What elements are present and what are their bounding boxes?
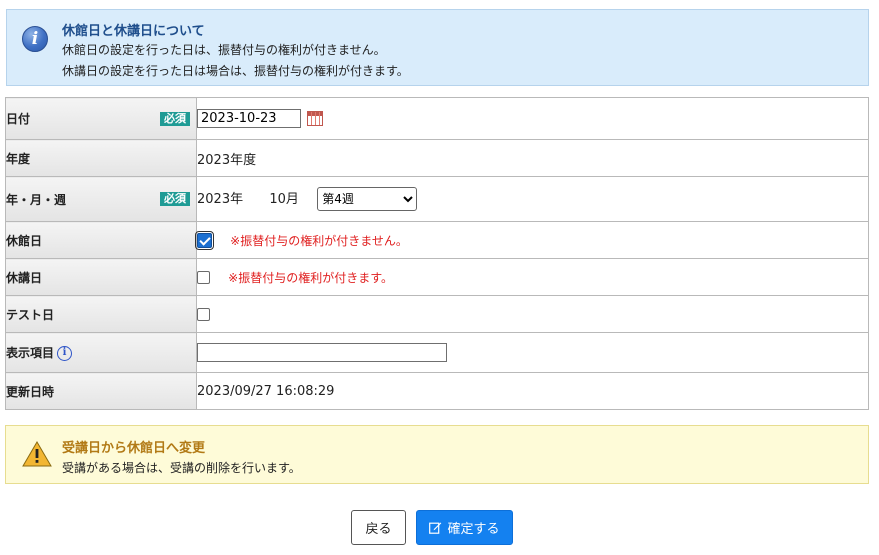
updated-at-label: 更新日時	[6, 384, 55, 399]
closed-day-note: ※振替付与の権利が付きません。	[230, 233, 408, 248]
back-button[interactable]: 戻る	[351, 510, 406, 545]
closed-day-label: 休館日	[6, 233, 43, 248]
row-fiscal-year: 年度 2023年度	[5, 139, 869, 177]
no-class-day-label: 休講日	[6, 270, 43, 285]
warning-text: 受講がある場合は、受講の削除を行います。	[62, 461, 301, 475]
year-value: 2023年	[197, 192, 244, 207]
row-year-month-week: 年・月・週 必須 2023年 10月 第4週	[5, 176, 869, 222]
test-day-label: テスト日	[6, 307, 55, 322]
edit-icon	[429, 522, 442, 534]
required-badge: 必須	[160, 111, 190, 126]
help-icon[interactable]: i	[57, 346, 73, 361]
row-test-day: テスト日	[5, 295, 869, 333]
fiscal-year-label: 年度	[6, 151, 31, 166]
display-item-label: 表示項目	[6, 346, 55, 360]
info-panel: i 休館日と休講日について 休館日の設定を行った日は、振替付与の権利が付きません…	[6, 9, 869, 86]
warning-title: 受講日から休館日へ変更	[62, 441, 206, 456]
display-item-input[interactable]	[197, 343, 447, 362]
row-display-item: 表示項目 i	[5, 332, 869, 373]
warning-panel: 受講日から休館日へ変更 受講がある場合は、受講の削除を行います。	[5, 425, 869, 484]
week-select[interactable]: 第4週	[317, 187, 418, 211]
date-label: 日付	[6, 112, 31, 126]
warning-icon	[22, 441, 52, 467]
info-title: 休館日と休講日について	[62, 24, 205, 39]
date-input[interactable]	[197, 109, 301, 128]
calendar-icon[interactable]	[307, 111, 324, 126]
info-text-closed-day: 休館日の設定を行った日は、振替付与の権利が付きません。	[62, 43, 386, 57]
row-updated-at: 更新日時 2023/09/27 16:08:29	[5, 372, 869, 410]
info-text-no-class-day: 休講日の設定を行った日は場合は、振替付与の権利が付きます。	[62, 64, 409, 78]
row-date: 日付 必須	[5, 97, 869, 140]
settings-form: 日付 必須 年度 2023年度 年・月・週 必須 2023年 10月 第4週	[5, 97, 869, 410]
no-class-day-checkbox[interactable]	[197, 270, 210, 284]
required-badge: 必須	[160, 192, 190, 206]
row-no-class-day: 休講日 ※振替付与の権利が付きます。	[5, 258, 869, 296]
month-value: 10月	[269, 192, 299, 207]
fiscal-year-value: 2023年度	[197, 152, 257, 168]
confirm-button[interactable]: 確定する	[416, 510, 513, 545]
updated-at-value: 2023/09/27 16:08:29	[197, 383, 335, 399]
year-month-week-label: 年・月・週	[6, 192, 67, 207]
no-class-day-note: ※振替付与の権利が付きます。	[228, 270, 393, 285]
confirm-button-label: 確定する	[447, 522, 500, 537]
info-icon: i	[22, 26, 48, 52]
test-day-checkbox[interactable]	[197, 307, 210, 321]
closed-day-checkbox[interactable]	[195, 230, 214, 250]
row-closed-day: 休館日 ※振替付与の権利が付きません。	[5, 221, 869, 259]
